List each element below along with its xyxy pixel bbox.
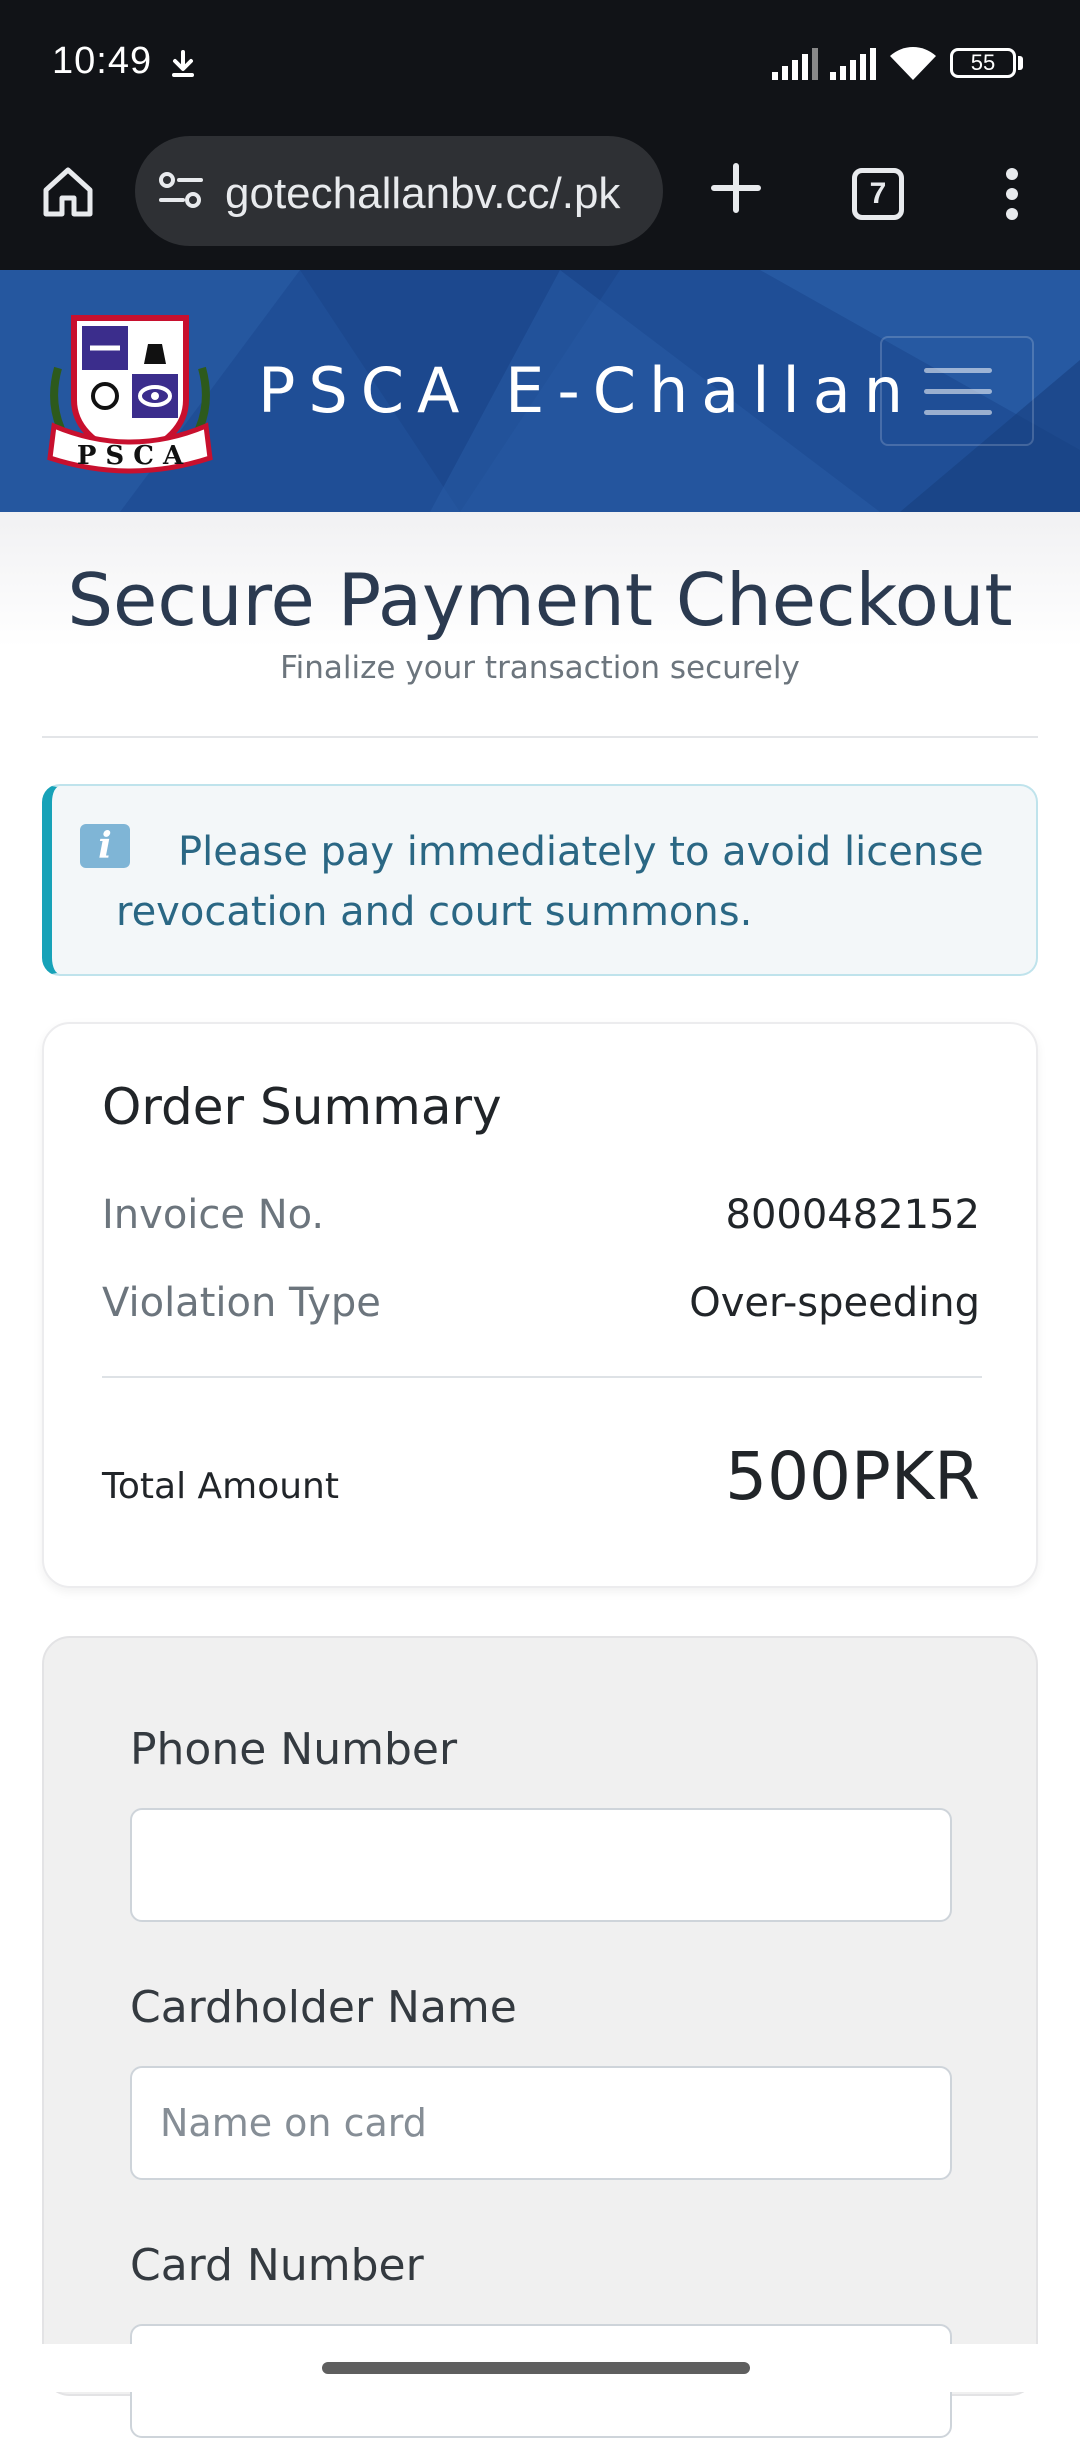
battery-icon: 55	[950, 48, 1016, 78]
cardholder-name-input[interactable]	[130, 2066, 952, 2180]
gesture-handle[interactable]	[322, 2362, 750, 2374]
hamburger-line-icon	[924, 410, 992, 415]
cardholder-name-label: Cardholder Name	[130, 1982, 517, 2033]
order-summary-card: Order Summary Invoice No. 8000482152 Vio…	[42, 1022, 1038, 1588]
wifi-icon	[890, 47, 936, 80]
checkout-page: Secure Payment Checkout Finalize your tr…	[0, 512, 1080, 2438]
alert-text: Please pay immediately to avoid license …	[116, 829, 984, 935]
battery-nub	[1018, 56, 1023, 70]
tab-switcher-button[interactable]: 7	[852, 168, 904, 220]
warning-alert: i Please pay immediately to avoid licens…	[42, 784, 1038, 976]
hamburger-menu-button[interactable]	[880, 336, 1034, 446]
logo-text: P S C A	[77, 441, 184, 471]
status-bar: 10:49 55	[0, 0, 1080, 128]
download-icon	[172, 50, 194, 77]
hamburger-line-icon	[924, 389, 992, 394]
url-text[interactable]: gotechallanbv.cc/.pk	[225, 169, 620, 219]
violation-type-value: Over-speeding	[689, 1280, 980, 1326]
page-heading-area: Secure Payment Checkout Finalize your tr…	[0, 512, 1080, 737]
invoice-label: Invoice No.	[102, 1192, 325, 1238]
status-time: 10:49	[52, 40, 153, 82]
order-divider	[102, 1376, 982, 1378]
violation-type-label: Violation Type	[102, 1280, 381, 1326]
hamburger-line-icon	[924, 368, 992, 373]
site-settings-icon[interactable]	[157, 168, 205, 212]
phone-number-label: Phone Number	[130, 1724, 458, 1775]
invoice-value: 8000482152	[725, 1192, 981, 1238]
psca-logo: P S C A	[47, 315, 213, 474]
more-menu-icon[interactable]	[1000, 166, 1024, 222]
gesture-nav-bar	[0, 2344, 1080, 2392]
page-title: Secure Payment Checkout	[67, 558, 1013, 642]
site-header: P S C A PSCA E-Challan	[0, 270, 1080, 512]
page-subtitle: Finalize your transaction securely	[280, 650, 800, 686]
cell-signal-icon	[772, 48, 818, 80]
card-number-label: Card Number	[130, 2240, 424, 2291]
address-bar[interactable]: gotechallanbv.cc/.pk	[135, 136, 663, 246]
new-tab-icon[interactable]	[706, 158, 766, 218]
order-summary-title: Order Summary	[102, 1078, 502, 1136]
heading-divider	[42, 736, 1038, 738]
total-amount-value: 500PKR	[725, 1438, 980, 1515]
payment-form: Phone Number Cardholder Name Card Number	[42, 1636, 1038, 2438]
site-title[interactable]: PSCA E-Challan	[258, 354, 916, 427]
phone-number-input[interactable]	[130, 1808, 952, 1922]
total-amount-label: Total Amount	[102, 1466, 339, 1507]
browser-toolbar: gotechallanbv.cc/.pk 7	[0, 128, 1080, 270]
cell-signal-icon-2	[830, 48, 876, 80]
home-icon[interactable]	[38, 162, 98, 222]
